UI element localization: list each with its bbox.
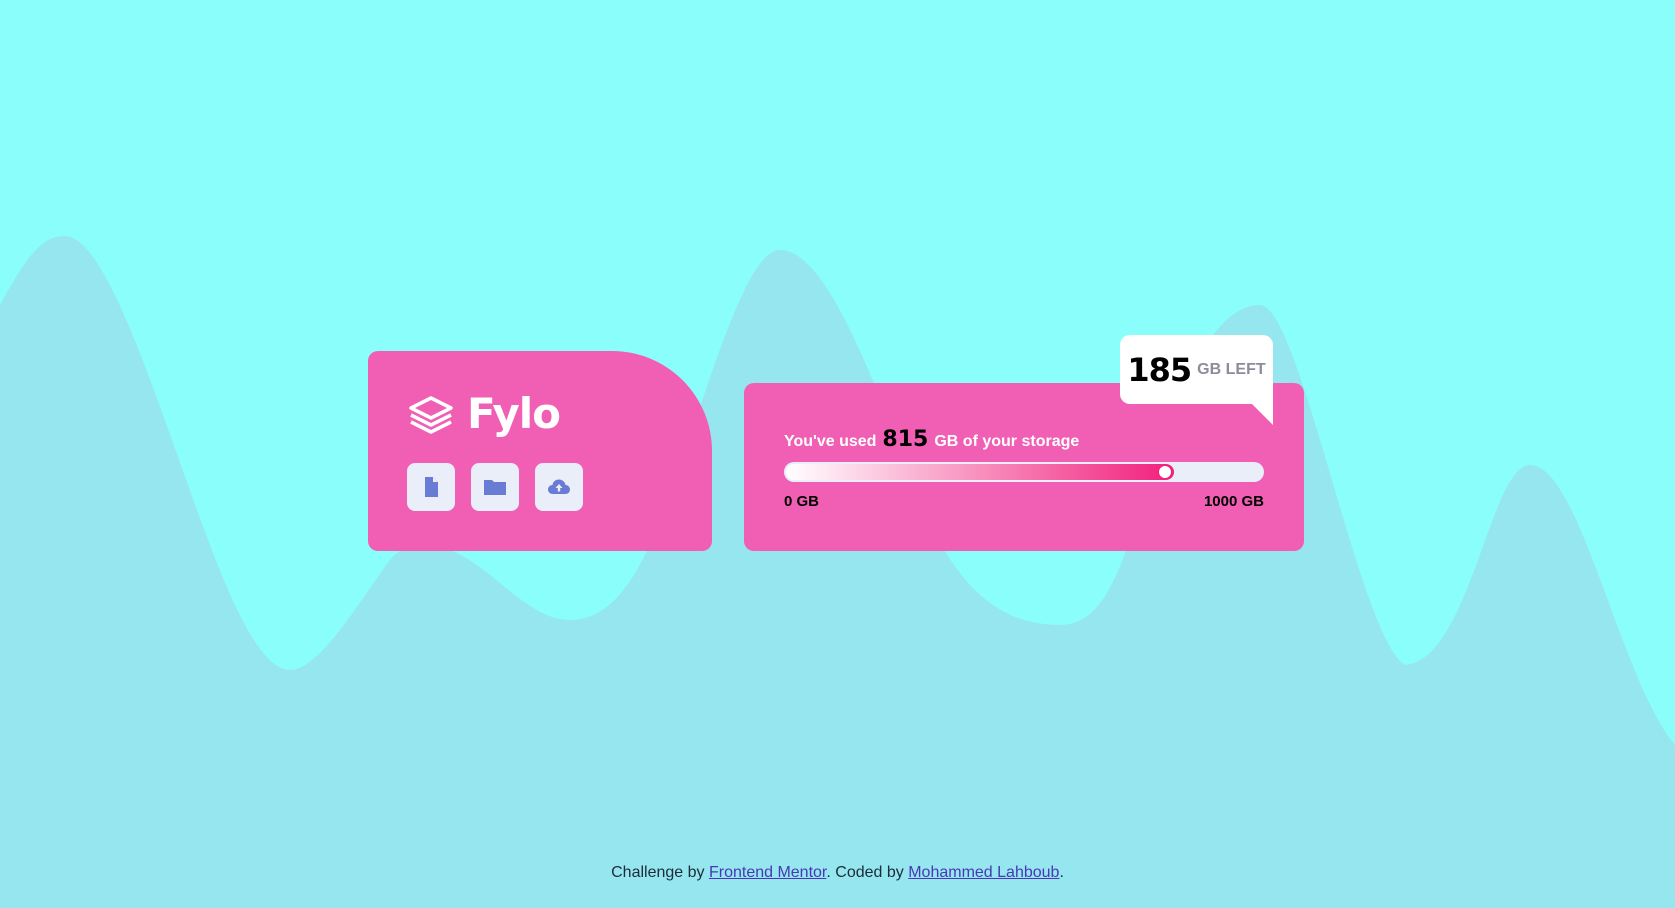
cloud-upload-icon: [548, 479, 570, 494]
storage-progress-bar: [784, 462, 1264, 482]
upload-button[interactable]: [535, 463, 583, 511]
brand-name: Fylo: [467, 389, 561, 438]
progress-fill: [786, 464, 1174, 480]
logo: Fylo: [407, 389, 561, 438]
folder-icon: [484, 480, 506, 495]
storage-left-badge: 185 GB LEFT: [1120, 335, 1273, 425]
storage-usage-text: You've used 815 GB of your storage: [784, 427, 1079, 452]
action-buttons: [407, 463, 583, 511]
range-max-label: 1000 GB: [1203, 493, 1264, 510]
author-link[interactable]: Mohammed Lahboub: [908, 864, 1059, 881]
attribution-prefix: Challenge by: [611, 864, 705, 881]
frontend-mentor-link[interactable]: Frontend Mentor: [709, 864, 826, 881]
progress-knob: [1158, 465, 1172, 479]
usage-prefix: You've used: [784, 433, 877, 450]
attribution-suffix: .: [1059, 864, 1064, 881]
attribution: Challenge by Frontend Mentor. Coded by M…: [0, 864, 1675, 882]
folder-button[interactable]: [471, 463, 519, 511]
left-label: GB LEFT: [1197, 360, 1266, 378]
used-value: 815: [882, 427, 929, 452]
attribution-middle: . Coded by: [826, 864, 904, 881]
document-icon: [425, 477, 438, 497]
brand-card: Fylo: [368, 351, 712, 551]
left-value: 185: [1127, 350, 1192, 389]
range-min-label: 0 GB: [784, 493, 820, 510]
storage-card: You've used 815 GB of your storage 0 GB …: [744, 383, 1304, 551]
stacked-layers-icon: [409, 395, 453, 434]
document-button[interactable]: [407, 463, 455, 511]
usage-suffix: GB of your storage: [934, 433, 1080, 450]
